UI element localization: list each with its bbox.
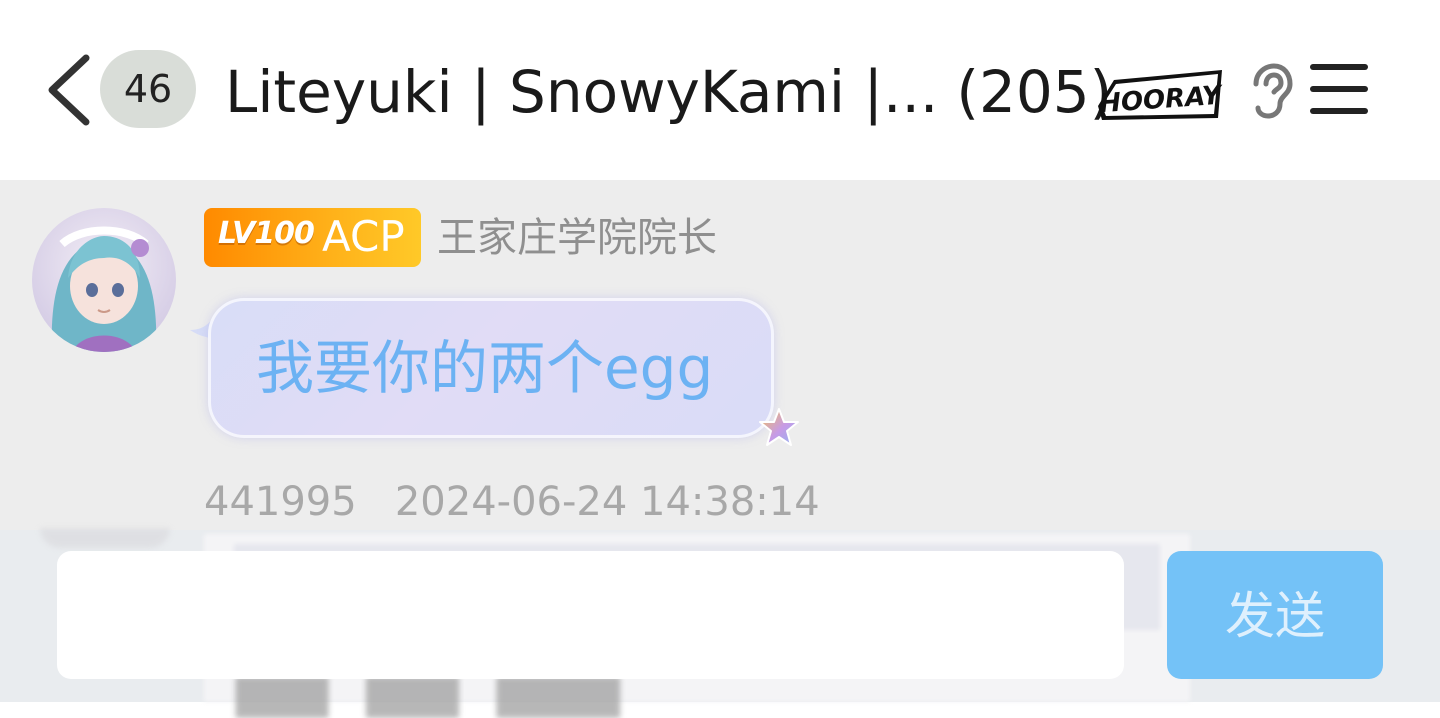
level-badge: LV100 ACP	[204, 208, 421, 267]
back-button[interactable]	[40, 52, 100, 128]
sender-id: 441995	[204, 479, 357, 525]
message-input[interactable]	[57, 551, 1124, 679]
member-count: (205)	[956, 58, 1113, 126]
chat-header: 46 Liteyuki | SnowyKami |... (205) HOORAY	[0, 0, 1440, 180]
level-label: LV100	[218, 216, 315, 251]
group-name: Liteyuki | SnowyKami |...	[225, 58, 939, 126]
hooray-badge[interactable]: HOORAY	[1094, 66, 1226, 124]
message-timestamp: 2024-06-24 14:38:14	[394, 479, 820, 525]
message-bubble[interactable]: 我要你的两个egg	[208, 298, 774, 438]
listen-button[interactable]	[1244, 62, 1296, 120]
chat-title[interactable]: Liteyuki | SnowyKami |... (205)	[225, 52, 1112, 132]
menu-icon	[1310, 64, 1368, 114]
send-button[interactable]: 发送	[1167, 551, 1383, 679]
sender-avatar[interactable]	[32, 208, 176, 352]
unread-count-badge[interactable]: 46	[100, 50, 196, 128]
role-label: ACP	[322, 212, 405, 261]
blurred-avatar	[40, 528, 170, 548]
star-icon	[759, 408, 799, 446]
menu-button[interactable]	[1308, 60, 1372, 120]
message-meta: 441995 2024-06-24 14:38:14	[204, 476, 820, 528]
message-text: 我要你的两个egg	[256, 334, 714, 402]
chevron-left-icon	[48, 54, 90, 126]
sender-title: 王家庄学院院长	[437, 215, 717, 261]
ear-icon	[1253, 63, 1293, 119]
message-list[interactable]: LV100 ACP 王家庄学院院长 我要你的两个egg 441995 2024-…	[0, 180, 1440, 530]
